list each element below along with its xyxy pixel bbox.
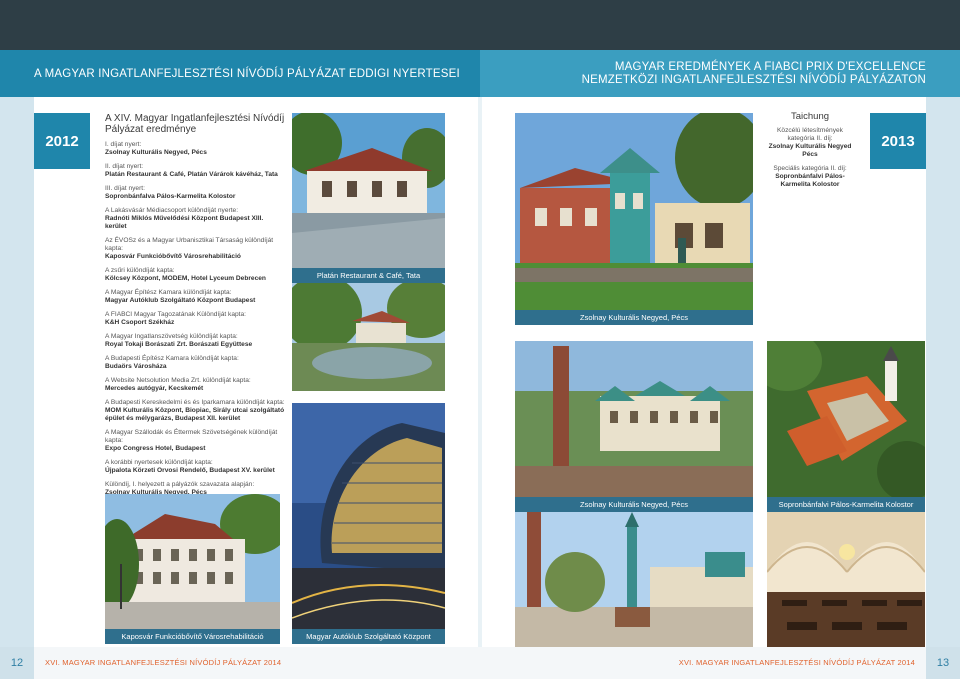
award-winner: MOM Kulturális Központ, Biopiac, Sirály … [105, 407, 285, 422]
award-label: A Website Netsolution Media Zrt. különdí… [105, 377, 251, 384]
top-dark-band [0, 0, 960, 50]
award-winner: Expo Congress Hotel, Budapest [105, 445, 206, 452]
right-header-title: MAGYAR EREDMÉNYEK A FIABCI PRIX D'EXCELL… [582, 61, 926, 87]
award-label: A korábbi nyertesek különdíját kapta: [105, 459, 213, 466]
sopron-aerial-photo [767, 341, 925, 497]
award-winner: Platán Restaurant & Café, Platán Várárok… [105, 171, 278, 178]
award-entry: A Website Netsolution Media Zrt. különdí… [105, 377, 285, 393]
footer-text-left: XVI. MAGYAR INGATLANFEJLESZTÉSI NÍVÓDÍJ … [45, 658, 282, 667]
award-label: Különdíj, I. helyezett a pályázók szavaz… [105, 481, 255, 488]
award-entry: I. díjat nyert: Zsolnay Kulturális Negyed… [105, 141, 285, 157]
category-2-label: Speciális kategória II. díj: [773, 165, 847, 172]
award-entry: A Lakásvásár Médiacsoport különdíját nye… [105, 207, 285, 231]
award-entry: A zsűri különdíját kapta: Kölcsey Központ… [105, 267, 285, 283]
year-badge-right: 2013 [870, 113, 926, 169]
award-label: A Magyar Építész Kamara különdíját kapta… [105, 289, 232, 296]
zsolnay-main-photo [515, 113, 753, 310]
award-label: I. díjat nyert: [105, 141, 142, 148]
left-header-title: A MAGYAR INGATLANFEJLESZTÉSI NÍVÓDÍJ PÁL… [34, 68, 460, 80]
zsolnay-aerial-photo [515, 341, 753, 497]
award-entry: A Magyar Szállodák és Éttermek Szövetség… [105, 429, 285, 453]
award-entry: A Budapesti Kereskedelmi és és Iparkamar… [105, 399, 285, 423]
award-entry: A Magyar Ingatlanszövetség különdíját ka… [105, 333, 285, 349]
zsolnay-aerial-caption: Zsolnay Kulturális Negyed, Pécs [515, 497, 753, 512]
award-winner: K&H Csoport Székház [105, 319, 175, 326]
footer-text-right: XVI. MAGYAR INGATLANFEJLESZTÉSI NÍVÓDÍJ … [678, 658, 915, 667]
category-1-label: Közcélú létesítmények kategória II. díj: [777, 127, 843, 142]
right-header-line-2: NEMZETKÖZI INGATLANFEJLESZTÉSI NÍVÓDÍJ P… [581, 74, 926, 86]
award-winner: Zsolnay Kulturális Negyed, Pécs [105, 149, 207, 156]
award-entry: A korábbi nyertesek különdíját kapta: Újp… [105, 459, 285, 475]
award-entry: A Budapesti Építész Kamara különdíját ka… [105, 355, 285, 371]
award-winner: Radnóti Miklós Művelődési Központ Budape… [105, 215, 264, 230]
zsolnay-courtyard-photo [515, 512, 753, 647]
page-number-right: 13 [926, 647, 960, 679]
awards-column: A XIV. Magyar Ingatlanfejlesztési Nívódí… [105, 113, 285, 503]
award-winner: Sopronbánfalva Pálos-Karmelita Kolostor [105, 193, 236, 200]
page-number-left: 12 [0, 647, 34, 679]
award-label: A Budapesti Kereskedelmi és és Iparkamar… [105, 399, 285, 406]
taichung-awards: Taichung Közcélú létesítmények kategória… [765, 111, 855, 189]
year-badge-left: 2012 [34, 113, 90, 169]
award-winner: Kölcsey Központ, MODEM, Hotel Lyceum Deb… [105, 275, 266, 282]
right-side-strip [926, 97, 960, 647]
autoklub-photo [292, 403, 445, 629]
sopron-caption: Sopronbánfalvi Pálos-Karmelita Kolostor [767, 497, 925, 512]
award-entry: Az ÉVOSz és a Magyar Urbanisztikai Társa… [105, 237, 285, 261]
platan-photo [292, 113, 445, 268]
award-label: A FIABCI Magyar Tagozatának Különdíját k… [105, 311, 246, 318]
autoklub-caption: Magyar Autóklub Szolgáltató Központ [292, 629, 445, 644]
award-label: A Magyar Szállodák és Éttermek Szövetség… [105, 429, 278, 444]
award-label: A Lakásvásár Médiacsoport különdíját nye… [105, 207, 239, 214]
kaposvar-caption: Kaposvár Funkcióbővítő Városrehabilitáci… [105, 629, 280, 644]
award-label: II. díjat nyert: [105, 163, 144, 170]
award-winner: Mercedes autógyár, Kecskemét [105, 385, 204, 392]
awards-list: I. díjat nyert: Zsolnay Kulturális Negyed… [105, 141, 285, 497]
category-1-winner: Zsolnay Kulturális Negyed Pécs [768, 143, 852, 158]
awards-heading: A XIV. Magyar Ingatlanfejlesztési Nívódí… [105, 113, 285, 135]
zsolnay-main-caption: Zsolnay Kulturális Negyed, Pécs [515, 310, 753, 325]
award-entry: A Magyar Építész Kamara különdíját kapta… [105, 289, 285, 305]
page-spine [478, 97, 482, 679]
award-entry: III. díjat nyert: Sopronbánfalva Pálos-Ka… [105, 185, 285, 201]
category-2-winner: Sopronbánfalvi Pálos-Karmelita Kolostor [775, 173, 845, 188]
award-winner: Újpalota Körzeti Orvosi Rendelő, Budapes… [105, 467, 275, 474]
award-label: A Budapesti Építész Kamara különdíját ka… [105, 355, 239, 362]
award-label: Az ÉVOSz és a Magyar Urbanisztikai Társa… [105, 237, 274, 252]
sopron-interior-photo [767, 512, 925, 647]
award-winner: Kaposvár Funkcióbővítő Városrehabilitáci… [105, 253, 241, 260]
kaposvar-photo [105, 494, 280, 629]
taichung-city: Taichung [790, 111, 830, 122]
award-label: III. díjat nyert: [105, 185, 145, 192]
right-header-line-1: MAGYAR EREDMÉNYEK A FIABCI PRIX D'EXCELL… [614, 61, 926, 73]
left-side-strip [0, 97, 34, 647]
platan-caption: Platán Restaurant & Café, Tata [292, 268, 445, 283]
award-winner: Magyar Autóklub Szolgáltató Központ Buda… [105, 297, 256, 304]
award-entry: A FIABCI Magyar Tagozatának Különdíját k… [105, 311, 285, 327]
tata-pond-photo [292, 283, 445, 391]
award-entry: II. díjat nyert: Platán Restaurant & Café… [105, 163, 285, 179]
award-winner: Royal Tokaji Borászati Zrt. Borászati Eg… [105, 341, 253, 348]
award-label: A Magyar Ingatlanszövetség különdíját ka… [105, 333, 238, 340]
award-label: A zsűri különdíját kapta: [105, 267, 175, 274]
award-winner: Budaörs Városháza [105, 363, 167, 370]
